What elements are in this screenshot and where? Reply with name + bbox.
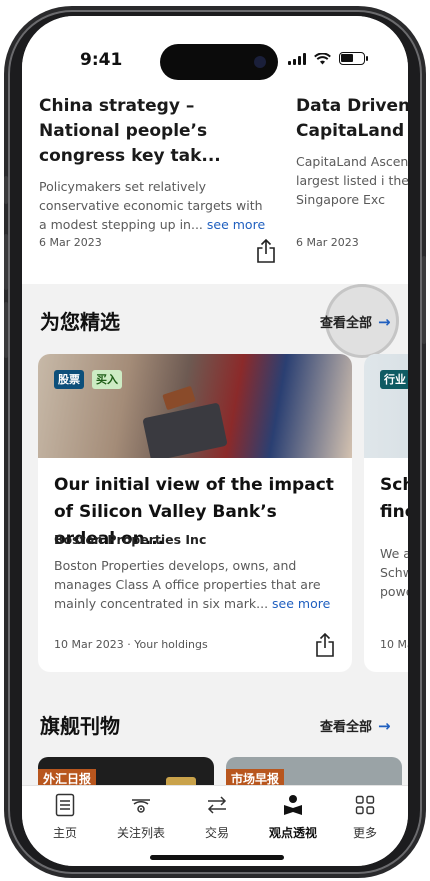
sector-tag: 行业: [380, 370, 408, 389]
recommendation-title: Schw fine: [380, 475, 408, 522]
tab-label: 交易: [204, 826, 229, 840]
section-title-publications: 旗舰刊物: [40, 714, 120, 738]
watch-icon: [132, 799, 150, 813]
camera-icon: [254, 56, 266, 68]
see-all-label: 查看全部: [320, 720, 373, 735]
volume-up-button: [4, 234, 8, 290]
company-name: Boston Properties Inc: [54, 532, 207, 547]
insight-title: China strategy – National people’s congr…: [39, 96, 221, 166]
battery-icon: [339, 52, 368, 65]
recommendation-description: We a Schw powe: [380, 546, 408, 599]
tab-label: 关注列表: [116, 826, 165, 840]
insight-description: Policymakers set relatively conservative…: [39, 177, 271, 234]
see-all-recommended-link[interactable]: 查看全部 →: [320, 312, 391, 332]
status-icons: [288, 52, 368, 65]
reader-icon: [284, 795, 302, 815]
insight-card[interactable]: Data Driven In CapitaLand A CapitaLand A…: [296, 94, 408, 209]
see-all-publications-link[interactable]: 查看全部 →: [320, 716, 391, 736]
buy-tag: 买入: [92, 370, 122, 389]
tab-watchlist[interactable]: 关注列表: [109, 792, 173, 841]
tablet-shape: [142, 402, 228, 458]
document-icon: [55, 793, 75, 817]
share-icon[interactable]: [314, 632, 336, 658]
arrow-right-icon: →: [378, 716, 391, 735]
see-more-link[interactable]: see more: [272, 596, 330, 611]
tab-label: 观点透视: [268, 826, 317, 840]
app-screen: 9:41 China strategy – National people’s …: [22, 16, 408, 866]
card-shape: [162, 385, 196, 411]
see-all-label: 查看全部: [320, 316, 373, 331]
recommendation-description: Boston Properties develops, owns, and ma…: [54, 556, 344, 613]
insight-title: Data Driven In CapitaLand A: [296, 96, 408, 141]
power-button: [422, 256, 426, 344]
insights-carousel[interactable]: China strategy – National people’s congr…: [22, 84, 408, 284]
dynamic-island: [160, 44, 278, 80]
arrow-right-icon: →: [378, 312, 391, 331]
transfer-icon: [207, 796, 227, 814]
recommendation-card[interactable]: 股票 买入 Our initial view of the impact of …: [38, 354, 352, 672]
tab-label: 更多: [352, 826, 377, 840]
home-indicator[interactable]: [150, 855, 284, 860]
section-title-recommended: 为您精选: [40, 310, 120, 334]
article-image: 行业: [364, 354, 408, 458]
insight-date: 6 Mar 2023: [296, 236, 359, 249]
recommendation-meta: 10 Ma: [380, 638, 408, 651]
recommendation-meta: 10 Mar 2023 · Your holdings: [54, 638, 208, 651]
tab-home[interactable]: 主页: [33, 792, 97, 841]
status-time: 9:41: [80, 50, 123, 70]
grid-icon: [355, 795, 375, 815]
article-image: 股票 买入: [38, 354, 352, 458]
mute-switch: [4, 176, 8, 204]
stock-tag: 股票: [54, 370, 84, 389]
tab-bar: 主页 关注列表 交易 观点透视 更多: [22, 785, 408, 866]
insight-date: 6 Mar 2023: [39, 236, 102, 249]
recommendation-card[interactable]: 行业 Schw fine We a Schw powe 10 Ma: [364, 354, 408, 672]
tab-insights[interactable]: 观点透视: [261, 792, 325, 841]
tab-trade[interactable]: 交易: [185, 792, 249, 841]
insight-description: CapitaLand Ascen the largest listed i th…: [296, 154, 408, 207]
wifi-icon: [314, 52, 331, 64]
status-bar: 9:41: [22, 16, 408, 84]
tab-more[interactable]: 更多: [333, 792, 397, 841]
tab-label: 主页: [52, 826, 77, 840]
signal-icon: [288, 52, 306, 65]
share-icon[interactable]: [255, 238, 277, 264]
insight-card[interactable]: China strategy – National people’s congr…: [39, 94, 271, 234]
volume-down-button: [4, 302, 8, 358]
see-more-link[interactable]: see more: [207, 217, 265, 232]
